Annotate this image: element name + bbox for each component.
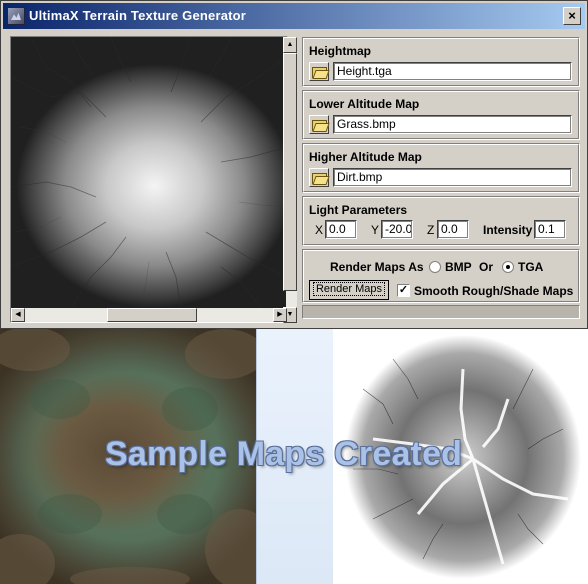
higher-altitude-group: Higher Altitude Map Dirt.bmp (302, 143, 580, 193)
app-window: UltimaX Terrain Texture Generator × ▲ ▼ … (0, 0, 588, 329)
tga-radio[interactable] (502, 261, 514, 273)
render-group: Render Maps As BMP Or TGA Render Maps ✓ … (302, 249, 580, 303)
scroll-right-arrow-icon[interactable]: ▶ (273, 308, 287, 322)
bmp-radio[interactable] (429, 261, 441, 273)
heightmap-preview-image (11, 37, 287, 308)
higher-altitude-open-folder-icon[interactable] (309, 168, 329, 187)
heightmap-open-folder-icon[interactable] (309, 62, 329, 81)
render-format-label: Render Maps As (330, 260, 424, 274)
tga-label: TGA (518, 260, 544, 274)
higher-altitude-title: Higher Altitude Map (309, 150, 422, 164)
light-parameters-group: Light Parameters X 0.0 Y -20.0 Z 0.0 Int… (302, 196, 580, 246)
bmp-label: BMP (445, 260, 472, 274)
heightmap-title: Heightmap (309, 44, 372, 58)
lower-altitude-file-field[interactable]: Grass.bmp (333, 115, 572, 134)
close-icon: × (568, 8, 576, 23)
smooth-maps-label: Smooth Rough/Shade Maps (414, 284, 574, 298)
render-progress-bar (302, 305, 580, 319)
close-button[interactable]: × (563, 7, 581, 25)
light-x-label: X (315, 223, 324, 237)
terrain-app-icon[interactable] (7, 7, 25, 25)
sample-maps-area: Sample Maps Created (0, 329, 588, 584)
scroll-up-arrow-icon[interactable]: ▲ (283, 37, 297, 53)
light-parameters-title: Light Parameters (309, 203, 408, 217)
title-bar[interactable]: UltimaX Terrain Texture Generator × (3, 3, 585, 29)
higher-altitude-file-field[interactable]: Dirt.bmp (333, 168, 572, 187)
vertical-scroll-thumb[interactable] (283, 53, 297, 291)
or-label: Or (479, 260, 494, 274)
light-x-field[interactable]: 0.0 (325, 220, 357, 239)
window-title: UltimaX Terrain Texture Generator (29, 8, 247, 23)
lower-altitude-title: Lower Altitude Map (309, 97, 420, 111)
lower-altitude-group: Lower Altitude Map Grass.bmp (302, 90, 580, 140)
light-y-field[interactable]: -20.0 (381, 220, 413, 239)
light-intensity-field[interactable]: 0.1 (534, 220, 566, 239)
horizontal-scroll-thumb[interactable] (107, 308, 197, 322)
light-z-field[interactable]: 0.0 (437, 220, 469, 239)
scroll-left-arrow-icon[interactable]: ◀ (11, 308, 25, 322)
preview-horizontal-scrollbar[interactable]: ◀ ▶ (11, 308, 287, 322)
heightmap-file-field[interactable]: Height.tga (333, 62, 572, 81)
preview-vertical-scrollbar[interactable]: ▲ ▼ (283, 37, 297, 323)
heightmap-group: Heightmap Height.tga (302, 37, 580, 87)
light-y-label: Y (371, 223, 380, 237)
render-maps-button-label: Render Maps (312, 282, 386, 296)
lower-altitude-open-folder-icon[interactable] (309, 115, 329, 134)
sample-maps-caption: Sample Maps Created (105, 435, 463, 473)
light-z-label: Z (427, 223, 435, 237)
render-maps-button[interactable]: Render Maps (309, 280, 389, 300)
light-intensity-label: Intensity (483, 223, 533, 237)
smooth-maps-checkbox[interactable]: ✓ (397, 284, 410, 297)
